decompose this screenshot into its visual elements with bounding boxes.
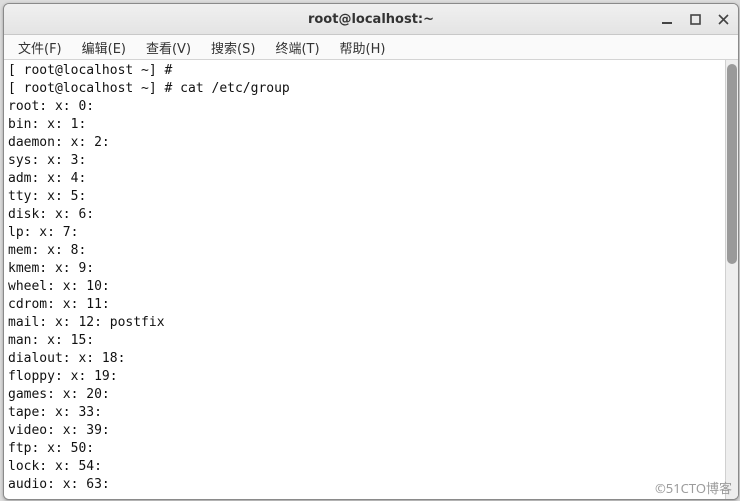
menu-help[interactable]: 帮助(H): [330, 36, 396, 59]
window-title: root@localhost:~: [308, 12, 434, 27]
window-controls: [658, 4, 732, 34]
titlebar: root@localhost:~: [4, 4, 738, 35]
terminal-window: root@localhost:~ 文件(F) 编辑(E) 查看(V) 搜索(S)…: [3, 3, 739, 500]
close-icon: [718, 14, 729, 25]
menu-search[interactable]: 搜索(S): [201, 36, 265, 59]
terminal-area[interactable]: [ root@localhost ~] # [ root@localhost ~…: [4, 60, 738, 499]
terminal-output[interactable]: [ root@localhost ~] # [ root@localhost ~…: [4, 60, 726, 499]
minimize-button[interactable]: [658, 10, 676, 28]
menubar: 文件(F) 编辑(E) 查看(V) 搜索(S) 终端(T) 帮助(H): [4, 35, 738, 60]
scroll-thumb[interactable]: [727, 64, 737, 264]
maximize-icon: [690, 14, 701, 25]
menu-file[interactable]: 文件(F): [8, 36, 72, 59]
minimize-icon: [661, 13, 673, 25]
menu-terminal[interactable]: 终端(T): [265, 36, 329, 59]
menu-edit[interactable]: 编辑(E): [72, 36, 136, 59]
maximize-button[interactable]: [686, 10, 704, 28]
scrollbar[interactable]: [725, 60, 738, 499]
close-button[interactable]: [714, 10, 732, 28]
menu-view[interactable]: 查看(V): [136, 36, 201, 59]
